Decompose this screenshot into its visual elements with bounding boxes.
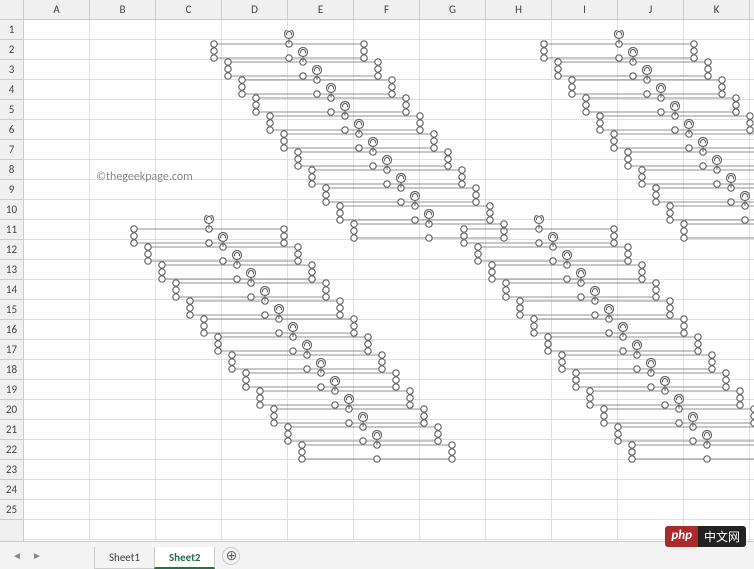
row-header[interactable]: 25 [0, 500, 23, 520]
column-header[interactable]: E [288, 0, 354, 19]
row-header[interactable]: 7 [0, 140, 23, 160]
site-badge: php 中文网 [665, 526, 746, 547]
badge-right: 中文网 [698, 526, 746, 547]
row-header[interactable]: 3 [0, 60, 23, 80]
row-header[interactable]: 14 [0, 280, 23, 300]
row-header[interactable]: 15 [0, 300, 23, 320]
column-header[interactable]: F [354, 0, 420, 19]
spreadsheet-grid: ABCDEFGHIJK 1234567891011121314151617181… [0, 0, 754, 541]
column-header[interactable]: H [486, 0, 552, 19]
select-all-corner[interactable] [0, 0, 24, 20]
column-header[interactable]: I [552, 0, 618, 19]
row-header[interactable]: 18 [0, 360, 23, 380]
row-header[interactable]: 19 [0, 380, 23, 400]
column-header[interactable]: A [24, 0, 90, 19]
add-sheet-button[interactable]: ⊕ [222, 547, 240, 565]
row-header[interactable]: 4 [0, 80, 23, 100]
column-header[interactable]: K [684, 0, 750, 19]
row-header[interactable]: 24 [0, 480, 23, 500]
row-header[interactable]: 9 [0, 180, 23, 200]
row-header[interactable]: 20 [0, 400, 23, 420]
row-header[interactable]: 17 [0, 340, 23, 360]
row-header[interactable]: 2 [0, 40, 23, 60]
column-header[interactable]: B [90, 0, 156, 19]
column-header[interactable]: J [618, 0, 684, 19]
badge-left: php [665, 526, 698, 547]
row-header[interactable]: 13 [0, 260, 23, 280]
column-header[interactable]: C [156, 0, 222, 19]
row-header[interactable]: 16 [0, 320, 23, 340]
sheet-tab[interactable]: Sheet2 [154, 547, 216, 569]
row-header[interactable]: 5 [0, 100, 23, 120]
watermark-text: ©thegeekpage.com [96, 170, 193, 184]
sheet-nav-next[interactable]: ► [28, 547, 46, 565]
column-headers: ABCDEFGHIJK [24, 0, 754, 20]
row-header[interactable]: 10 [0, 200, 23, 220]
row-header[interactable]: 11 [0, 220, 23, 240]
sheet-nav-prev[interactable]: ◄ [8, 547, 26, 565]
row-header[interactable]: 12 [0, 240, 23, 260]
sheet-tab-bar: ◄ ► Sheet1Sheet2 ⊕ [0, 541, 754, 569]
row-header[interactable]: 1 [0, 20, 23, 40]
column-header[interactable]: D [222, 0, 288, 19]
sheet-tab[interactable]: Sheet1 [94, 547, 155, 569]
column-header[interactable]: G [420, 0, 486, 19]
sheet-tabs: Sheet1Sheet2 [94, 542, 214, 569]
row-headers: 1234567891011121314151617181920212223242… [0, 20, 24, 541]
row-header[interactable]: 21 [0, 420, 23, 440]
row-header[interactable]: 8 [0, 160, 23, 180]
row-header[interactable]: 22 [0, 440, 23, 460]
row-header[interactable]: 6 [0, 120, 23, 140]
row-header[interactable]: 23 [0, 460, 23, 480]
cells-area[interactable] [24, 20, 754, 541]
